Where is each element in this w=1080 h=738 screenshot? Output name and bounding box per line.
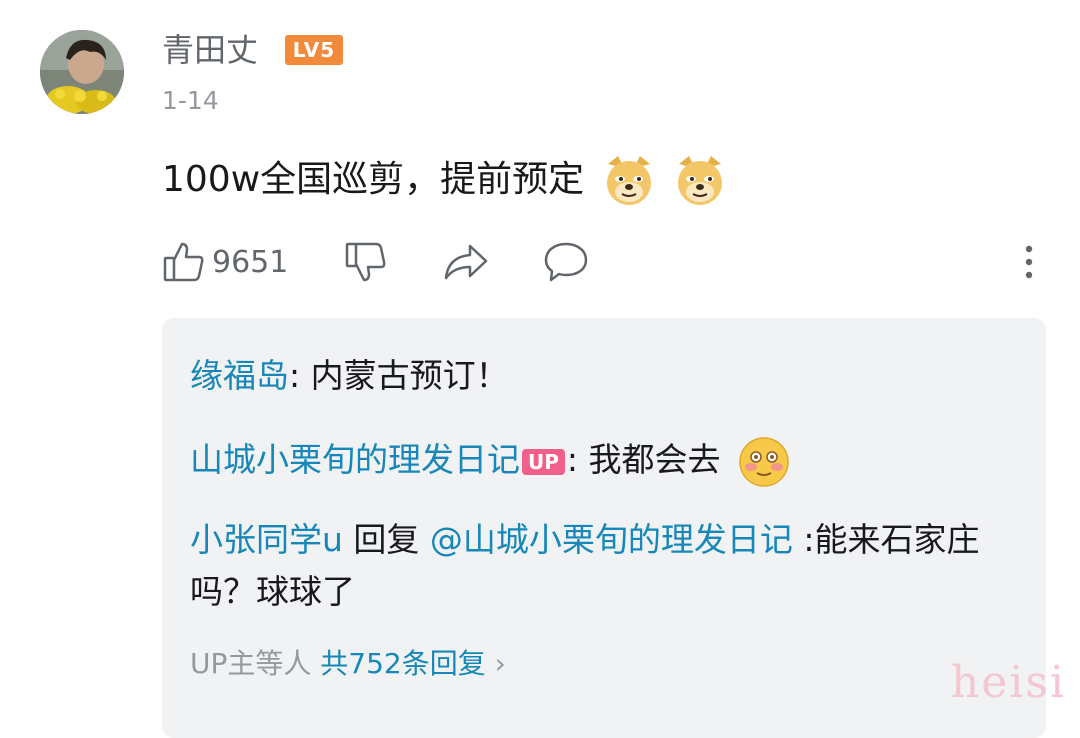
reply-username[interactable]: 山城小栗旬的理发日记 bbox=[190, 440, 520, 479]
avatar[interactable] bbox=[40, 30, 124, 114]
more-vertical-icon bbox=[1016, 240, 1042, 284]
share-icon bbox=[442, 240, 490, 284]
reply-username[interactable]: 缘福岛 bbox=[190, 356, 289, 395]
reply-button[interactable] bbox=[542, 240, 590, 284]
reply-text: 内蒙古预订！ bbox=[300, 356, 509, 395]
chevron-right-icon: › bbox=[494, 647, 506, 680]
doge-emoji-icon bbox=[673, 154, 727, 208]
comment-text: 100w全国巡剪，提前预定 bbox=[162, 159, 585, 200]
up-badge: UP bbox=[522, 448, 565, 475]
reply-connector: 回复 bbox=[342, 520, 430, 559]
like-count: 9651 bbox=[212, 244, 289, 280]
reply-item: 小张同学u 回复 @山城小栗旬的理发日记 :能来石家庄吗？球球了 bbox=[190, 514, 1020, 618]
comment-date: 1-14 bbox=[162, 86, 219, 115]
reply-count-link[interactable]: 共752条回复 bbox=[320, 647, 485, 680]
reply-item: 缘福岛: 内蒙古预订！ bbox=[190, 350, 1020, 402]
reply-separator: : bbox=[566, 440, 579, 479]
blush-emoji-icon bbox=[737, 435, 791, 489]
view-more-replies[interactable]: UP主等人 共752条回复 › bbox=[190, 644, 506, 684]
comment-username[interactable]: 青田丈 bbox=[162, 30, 258, 70]
reply-text: 我都会去 bbox=[578, 440, 721, 479]
comment-actions: 9651 bbox=[0, 240, 1080, 290]
comment-bubble-icon bbox=[542, 240, 590, 284]
share-button[interactable] bbox=[442, 240, 490, 284]
doge-emoji-icon bbox=[602, 154, 656, 208]
more-prefix: UP主等人 bbox=[190, 647, 321, 680]
reply-mention[interactable]: @山城小栗旬的理发日记 bbox=[430, 520, 793, 559]
thumb-down-icon bbox=[344, 240, 388, 284]
reply-username[interactable]: 小张同学u bbox=[190, 520, 343, 559]
reply-separator: : bbox=[289, 356, 301, 395]
watermark: heisi bbox=[950, 657, 1066, 708]
more-options-button[interactable] bbox=[1016, 240, 1042, 284]
replies-panel: 缘福岛: 内蒙古预订！ 山城小栗旬的理发日记 UP: 我都会去 小张同学u 回复 … bbox=[162, 318, 1046, 738]
comment-body: 100w全国巡剪，提前预定 bbox=[162, 154, 727, 208]
reply-item: 山城小栗旬的理发日记 UP: 我都会去 bbox=[190, 434, 1020, 489]
thumb-up-icon bbox=[162, 240, 206, 284]
like-button[interactable]: 9651 bbox=[162, 240, 288, 284]
dislike-button[interactable] bbox=[344, 240, 388, 284]
level-badge: LV5 bbox=[285, 35, 343, 65]
